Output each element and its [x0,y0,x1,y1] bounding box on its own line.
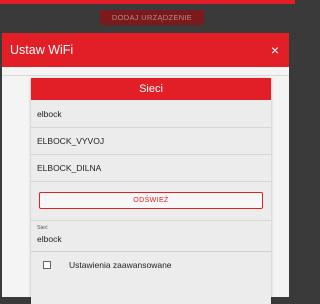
close-icon[interactable]: × [271,43,279,57]
top-accent-bar [0,0,295,4]
dialog-divider [2,67,289,76]
advanced-settings-label: Ustawienia zaawansowane [69,260,172,270]
networks-card: Sieci elbock ELBOCK_VYVOJ ELBOCK_DILNA O… [31,78,271,304]
network-field[interactable]: Sieć elbock [31,221,271,252]
dialog-header: Ustaw WiFi × [2,33,289,67]
network-field-label: Sieć [37,225,48,231]
refresh-row: ODŚWIEŻ [31,182,271,221]
advanced-settings-row[interactable]: Ustawienia zaawansowane [31,252,271,278]
network-field-value: elbock [37,234,62,244]
network-item-elbock-dilna[interactable]: ELBOCK_DILNA [31,155,271,182]
network-item-elbock[interactable]: elbock [31,100,271,128]
refresh-button[interactable]: ODŚWIEŻ [39,192,263,209]
add-device-button: DODAJ URZĄDZENIE [100,10,204,25]
dialog-title: Ustaw WiFi [10,43,74,57]
advanced-settings-checkbox[interactable] [43,261,51,269]
network-item-elbock-vyvoj[interactable]: ELBOCK_VYVOJ [31,128,271,155]
networks-header: Sieci [31,78,271,100]
